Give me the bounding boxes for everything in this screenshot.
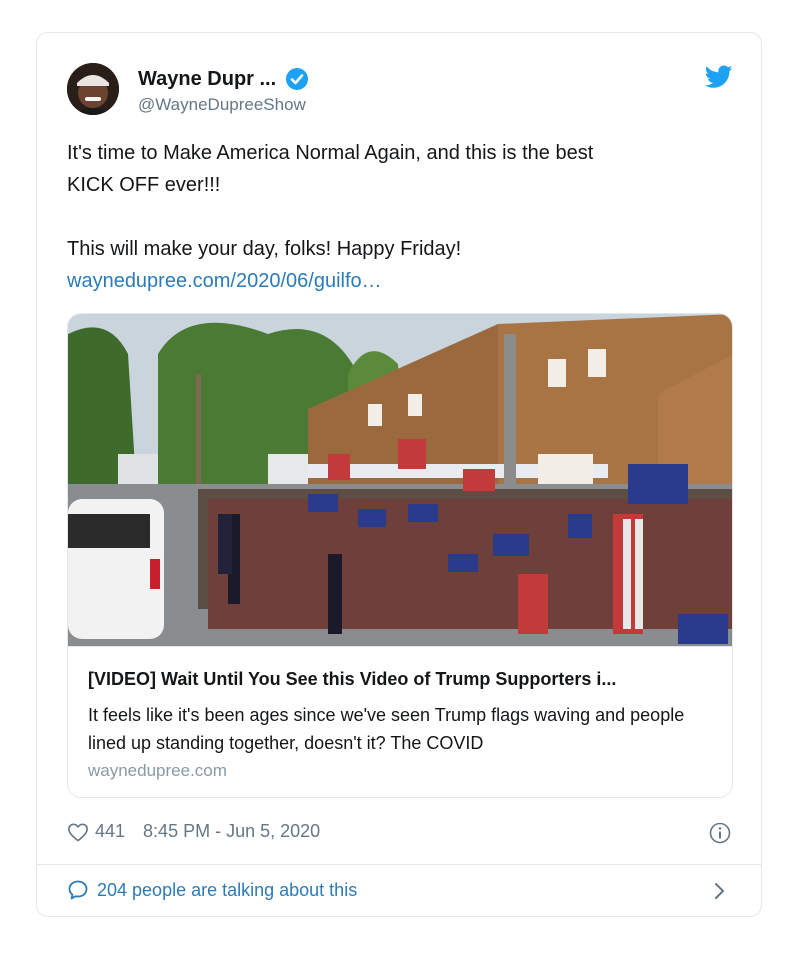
info-icon[interactable] <box>709 822 731 844</box>
divider <box>37 864 761 865</box>
link-preview-description: It feels like it's been ages since we've… <box>88 705 685 753</box>
author-handle[interactable]: @WayneDupreeShow <box>138 95 306 115</box>
conversation-link[interactable]: 204 people are talking about this <box>67 879 357 901</box>
tweet-link[interactable]: waynedupree.com/2020/06/guilfo… <box>67 270 382 292</box>
heart-icon[interactable] <box>67 822 89 842</box>
chevron-right-icon[interactable] <box>713 880 727 902</box>
tweet-meta: 441 8:45 PM - Jun 5, 2020 <box>67 821 320 842</box>
link-preview-body: [VIDEO] Wait Until You See this Video of… <box>68 646 732 797</box>
author-name-row: Wayne Dupr ... <box>138 67 309 91</box>
avatar[interactable] <box>67 63 119 115</box>
tweet-line-3: This will make your day, folks! Happy Fr… <box>67 238 462 260</box>
twitter-bird-icon[interactable] <box>705 65 733 89</box>
tweet-text: It's time to Make America Normal Again, … <box>67 137 727 297</box>
speech-bubble-icon <box>68 880 88 900</box>
tweet-line-1: It's time to Make America Normal Again, … <box>67 142 594 164</box>
embedded-tweet-card: Wayne Dupr ... @WayneDupreeShow It's tim… <box>36 32 762 917</box>
tweet-timestamp[interactable]: 8:45 PM - Jun 5, 2020 <box>143 821 320 842</box>
conversation-label[interactable]: 204 people are talking about this <box>97 880 357 901</box>
verified-badge-icon <box>286 68 309 90</box>
tweet-line-2: KICK OFF ever!!! <box>67 174 221 196</box>
link-preview-image <box>68 314 732 646</box>
like-count[interactable]: 441 <box>95 821 125 842</box>
link-preview-domain: waynedupree.com <box>88 761 227 780</box>
link-preview-card[interactable]: [VIDEO] Wait Until You See this Video of… <box>67 313 733 798</box>
author-name[interactable]: Wayne Dupr ... <box>138 68 276 91</box>
link-preview-title[interactable]: [VIDEO] Wait Until You See this Video of… <box>88 669 718 690</box>
